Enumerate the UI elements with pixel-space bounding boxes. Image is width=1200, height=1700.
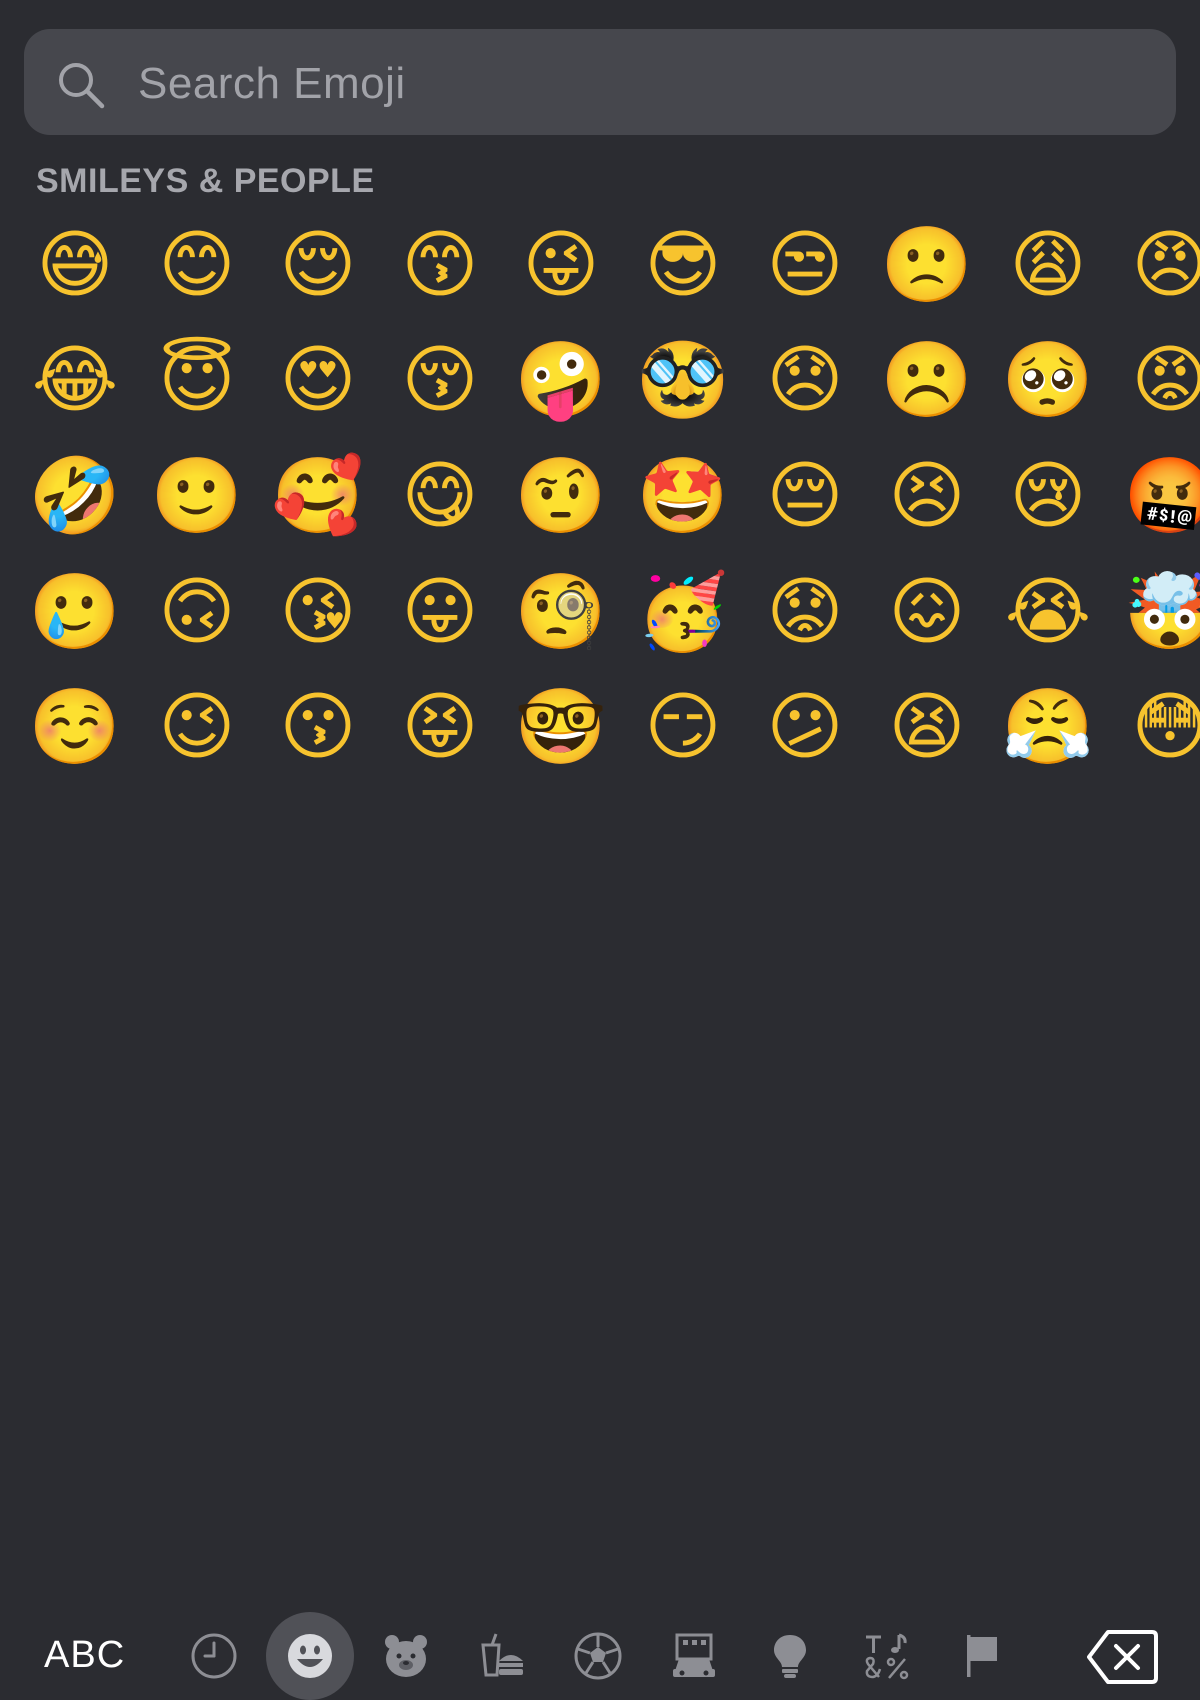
emoji-key[interactable]: 😎 — [633, 215, 733, 315]
emoji-key[interactable]: 🥲 — [25, 562, 125, 662]
emoji-key[interactable]: 😳 — [1120, 677, 1200, 777]
emoji-key[interactable]: 🧐 — [511, 562, 611, 662]
emoji-key[interactable]: 😝 — [390, 677, 490, 777]
tab-flags[interactable] — [938, 1612, 1026, 1700]
bear-icon — [385, 1635, 427, 1677]
clock-icon — [191, 1633, 237, 1679]
emoji-key[interactable]: 🥸 — [633, 330, 733, 430]
emoji-key[interactable]: 😜 — [511, 215, 611, 315]
emoji-key[interactable]: 😅 — [25, 215, 125, 315]
abc-key[interactable]: ABC — [44, 1633, 125, 1677]
emoji-key[interactable]: 🤯 — [1120, 562, 1200, 662]
emoji-key[interactable]: 😡 — [1120, 330, 1200, 430]
emoji-key[interactable]: 🤨 — [511, 446, 611, 546]
emoji-key[interactable]: 😩 — [998, 215, 1098, 315]
emoji-key[interactable]: 🥳 — [633, 562, 733, 662]
tab-symbols[interactable] — [842, 1612, 930, 1700]
tab-smileys[interactable] — [266, 1612, 354, 1700]
emoji-key[interactable]: 😇 — [147, 330, 247, 430]
emoji-key[interactable]: 😏 — [633, 677, 733, 777]
tab-animals[interactable] — [362, 1612, 450, 1700]
symbols-icon — [865, 1633, 909, 1680]
tab-food[interactable] — [458, 1612, 546, 1700]
car-building-icon — [673, 1633, 715, 1677]
emoji-key[interactable]: 🤣 — [25, 446, 125, 546]
emoji-key[interactable]: 😢 — [998, 446, 1098, 546]
emoji-key[interactable]: 🤓 — [511, 677, 611, 777]
emoji-key[interactable]: 😭 — [998, 562, 1098, 662]
keyboard-bottom-bar: ABC — [0, 800, 1200, 1700]
emoji-key[interactable]: 😗 — [268, 677, 368, 777]
emoji-key[interactable]: 😊 — [147, 215, 247, 315]
emoji-key[interactable]: 🙁 — [877, 215, 977, 315]
burger-icon — [481, 1633, 523, 1677]
emoji-key[interactable]: 😟 — [755, 562, 855, 662]
emoji-key[interactable]: 😤 — [998, 677, 1098, 777]
emoji-key[interactable]: 😣 — [877, 446, 977, 546]
delete-icon — [1087, 1630, 1158, 1684]
tab-activity[interactable] — [554, 1612, 642, 1700]
emoji-key[interactable]: 😘 — [268, 562, 368, 662]
emoji-key[interactable]: 😛 — [390, 562, 490, 662]
delete-button[interactable] — [1086, 1628, 1158, 1686]
emoji-key[interactable]: 😙 — [390, 215, 490, 315]
magnifier-icon — [59, 63, 105, 109]
emoji-key[interactable]: 😠 — [1120, 215, 1200, 315]
emoji-key[interactable]: 🤩 — [633, 446, 733, 546]
emoji-key[interactable]: 😔 — [755, 446, 855, 546]
emoji-key[interactable]: 🥰 — [268, 446, 368, 546]
tab-recent[interactable] — [170, 1612, 258, 1700]
emoji-key[interactable]: 🙃 — [147, 562, 247, 662]
emoji-key[interactable]: ☹️ — [877, 330, 977, 430]
emoji-grid: 😅 😊 😌 😙 😜 😎 😒 🙁 😩 😠 😂 😇 😍 😚 🤪 🥸 😞 ☹️ 🥺 😡 🤣 🙂 🥰 😋 🤨 🤩 😔 😣 😢 🤬 🥲 🙃 😘 😛 🧐 🥳 😟 😖 😭… — [0, 205, 1200, 785]
emoji-key[interactable]: 😖 — [877, 562, 977, 662]
emoji-key[interactable]: ☺️ — [25, 677, 125, 777]
emoji-key[interactable]: 😕 — [755, 677, 855, 777]
soccer-ball-icon — [574, 1632, 622, 1680]
emoji-key[interactable]: 😫 — [877, 677, 977, 777]
emoji-key[interactable]: 😞 — [755, 330, 855, 430]
emoji-key[interactable]: 🤪 — [511, 330, 611, 430]
flag-icon — [967, 1635, 997, 1677]
emoji-key[interactable]: 🤬 — [1120, 446, 1200, 546]
emoji-key[interactable]: 😚 — [390, 330, 490, 430]
emoji-key[interactable]: 😉 — [147, 677, 247, 777]
tab-travel[interactable] — [650, 1612, 738, 1700]
emoji-key[interactable]: 😋 — [390, 446, 490, 546]
tab-objects[interactable] — [746, 1612, 834, 1700]
lightbulb-icon — [774, 1635, 806, 1678]
smiley-icon — [288, 1634, 332, 1678]
emoji-key[interactable]: 🥺 — [998, 330, 1098, 430]
emoji-key[interactable]: 🙂 — [147, 446, 247, 546]
emoji-key[interactable]: 😌 — [268, 215, 368, 315]
search-input[interactable]: Search Emoji — [138, 58, 406, 110]
emoji-key[interactable]: 😍 — [268, 330, 368, 430]
emoji-key[interactable]: 😒 — [755, 215, 855, 315]
emoji-key[interactable]: 😂 — [25, 330, 125, 430]
section-title: SMILEYS & PEOPLE — [36, 162, 375, 200]
